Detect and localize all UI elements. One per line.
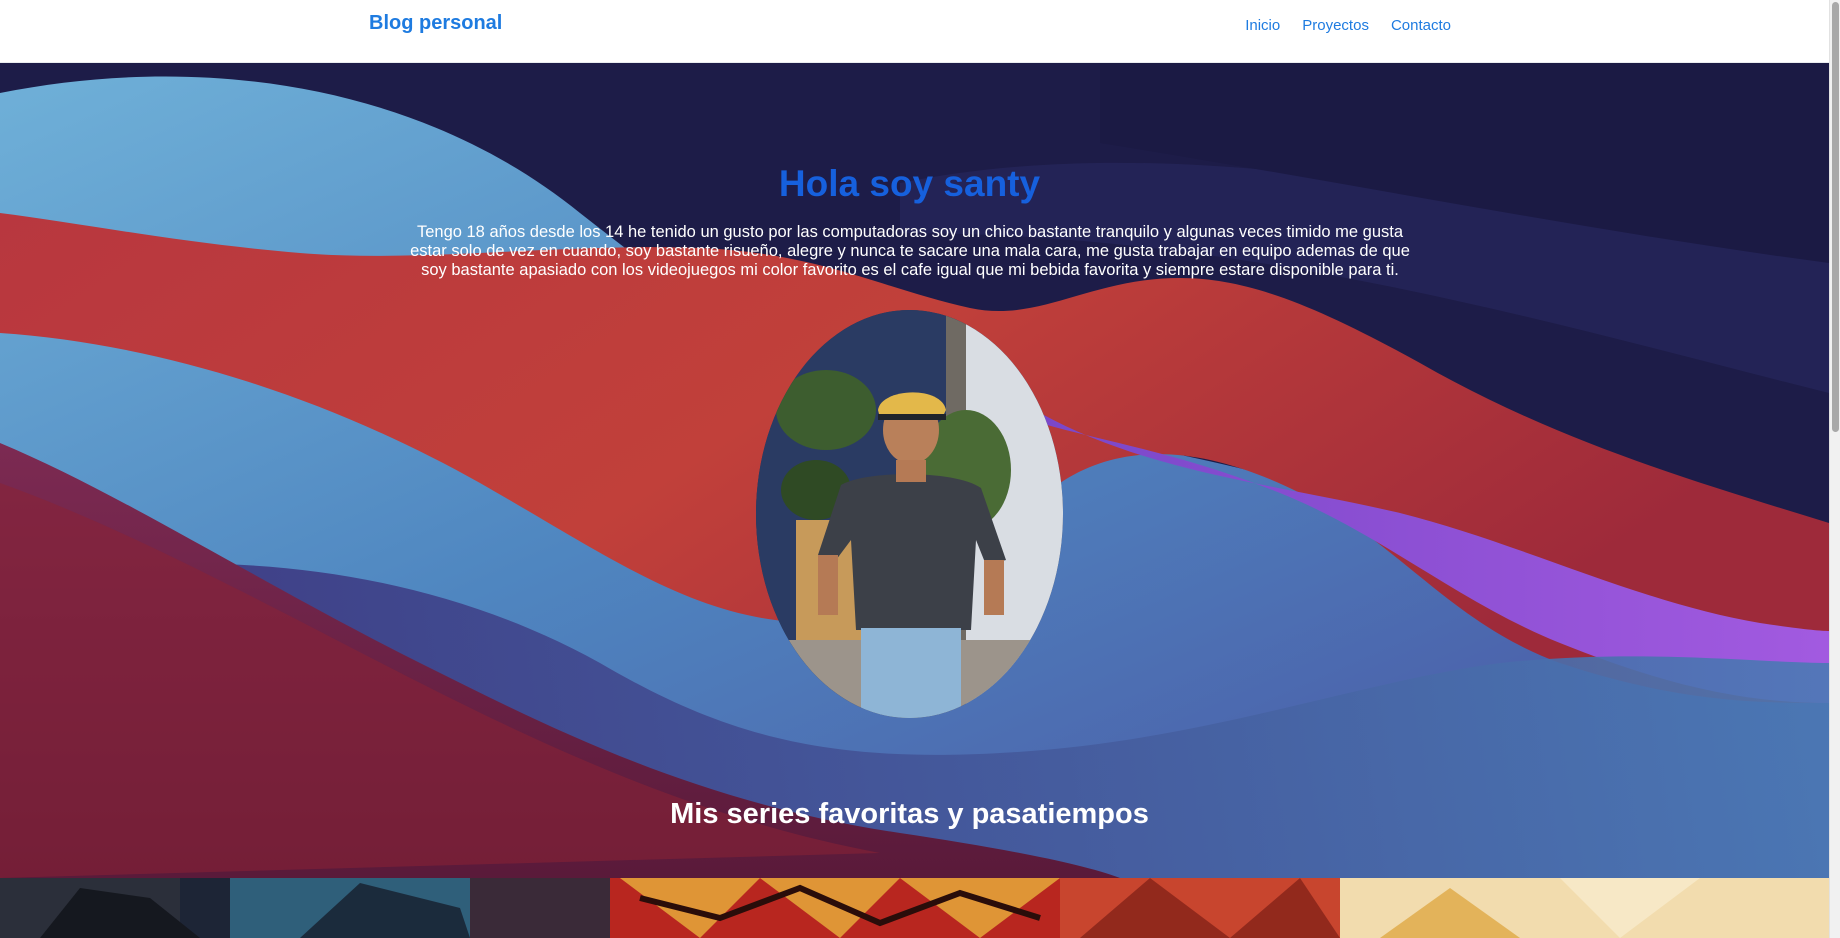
nav-links: Inicio Proyectos Contacto xyxy=(1245,17,1451,34)
hero-description: Tengo 18 años desde los 14 he tenido un … xyxy=(410,223,1410,279)
navbar: Blog personal Inicio Proyectos Contacto xyxy=(0,0,1829,63)
section-title-favorites: Mis series favoritas y pasatiempos xyxy=(670,798,1149,830)
brand-link[interactable]: Blog personal xyxy=(369,12,502,35)
hero-title: Hola soy santy xyxy=(778,163,1041,204)
profile-photo xyxy=(756,310,1063,718)
hero-section: Hola soy santy Tengo 18 años desde los 1… xyxy=(0,63,1829,878)
scrollbar-thumb[interactable] xyxy=(1832,2,1839,432)
page-scrollbar[interactable] xyxy=(1829,0,1840,938)
nav-link-contacto[interactable]: Contacto xyxy=(1391,17,1451,34)
nav-link-inicio[interactable]: Inicio xyxy=(1245,17,1280,34)
favorites-banner-image xyxy=(0,878,1829,938)
nav-link-proyectos[interactable]: Proyectos xyxy=(1302,17,1369,34)
